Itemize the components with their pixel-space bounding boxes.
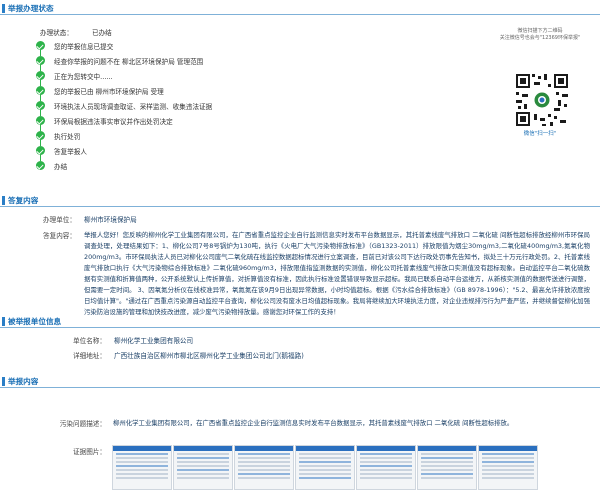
qr-code-icon	[514, 72, 570, 128]
company-name-label: 单位名称：	[73, 337, 106, 345]
status-value: 已办结	[92, 29, 112, 37]
content-section-header: 举报内容	[0, 375, 600, 388]
evidence-image[interactable]	[112, 445, 172, 490]
status-section-header: 举报办理状态	[0, 2, 600, 15]
step-item: 您的举报信息已提交	[36, 41, 366, 56]
reply-content-label: 答复内容：	[43, 232, 76, 240]
status-label: 办理状态：	[40, 29, 73, 37]
section-marker	[2, 317, 5, 326]
check-icon	[36, 41, 45, 50]
company-section-header: 被举报单位信息	[0, 315, 600, 328]
check-icon	[36, 101, 45, 110]
evidence-image[interactable]	[478, 445, 538, 490]
qr-panel: 微信扫描下方二维码 关注微信号也会与"12369环保举报"	[490, 28, 590, 42]
step-text: 执行处罚	[54, 133, 81, 141]
desc-text: 柳州化学工业集团有限公司，在广西省重点监控企业自行监测信息实时发布平台数据显示，…	[113, 419, 514, 427]
step-item: 答复举报人	[36, 146, 366, 161]
step-text: 您的举报已由 柳州市环境保护局 受理	[54, 88, 164, 96]
evidence-image[interactable]	[356, 445, 416, 490]
step-item: 您的举报已由 柳州市环境保护局 受理	[36, 86, 366, 101]
step-item: 执行处罚	[36, 131, 366, 146]
step-text: 您的举报信息已提交	[54, 43, 114, 51]
check-icon	[36, 56, 45, 65]
step-item: 环境执法人员现场调查取证、采样监测、收集违法证据	[36, 101, 366, 116]
qr-code-image	[514, 72, 570, 128]
step-item: 环保局根据违法事实审议并作出处罚决定	[36, 116, 366, 131]
check-icon	[36, 131, 45, 140]
company-name-value: 柳州化学工业集团有限公司	[114, 337, 194, 345]
content-section-title: 举报内容	[8, 377, 39, 386]
qr-caption-1: 微信扫描下方二维码	[517, 28, 563, 34]
section-marker	[2, 4, 5, 13]
check-icon	[36, 146, 45, 155]
unit-label: 办理单位：	[43, 216, 76, 224]
evidence-image[interactable]	[417, 445, 477, 490]
section-marker	[2, 377, 5, 386]
check-icon	[36, 86, 45, 95]
company-section-title: 被举报单位信息	[8, 317, 62, 326]
unit-value: 柳州市环境保护局	[84, 216, 137, 224]
step-item: 正在为您转交中......	[36, 71, 366, 86]
reply-section-header: 答复内容	[0, 194, 600, 207]
check-icon	[36, 161, 45, 170]
reply-section-title: 答复内容	[8, 196, 39, 205]
check-icon	[36, 71, 45, 80]
check-icon	[36, 116, 45, 125]
company-address-value: 广西壮族自治区柳州市柳北区柳州化学工业集团公司北门(鹅福路)	[114, 352, 304, 360]
desc-label: 污染问题描述：	[59, 420, 106, 428]
step-item: 经查你举报的问题不在 柳北区环境保护局 管理范围	[36, 56, 366, 71]
step-text: 环保局根据违法事实审议并作出处罚决定	[54, 118, 173, 126]
section-marker	[2, 196, 5, 205]
qr-caption-2: 关注微信号也会与"12369环保举报"	[499, 35, 581, 41]
step-item: 办结	[36, 161, 366, 175]
evidence-image[interactable]	[234, 445, 294, 490]
step-text: 经查你举报的问题不在 柳北区环境保护局 管理范围	[54, 58, 204, 66]
evidence-label: 证据图片：	[73, 448, 106, 456]
company-address-label: 详细地址：	[73, 352, 106, 360]
evidence-image[interactable]	[173, 445, 233, 490]
step-text: 正在为您转交中......	[54, 73, 113, 81]
step-text: 答复举报人	[54, 148, 87, 156]
evidence-image[interactable]	[295, 445, 355, 490]
step-text: 环境执法人员现场调查取证、采样监测、收集违法证据	[54, 103, 213, 111]
reply-content-text: 举报人您好！您反映的柳州化学工业集团有限公司，在广西省重点监控企业自行监测信息实…	[84, 231, 590, 316]
qr-caption-3: 微信"扫一扫"	[523, 131, 557, 137]
status-section-title: 举报办理状态	[8, 4, 54, 13]
step-text: 办结	[54, 163, 68, 171]
